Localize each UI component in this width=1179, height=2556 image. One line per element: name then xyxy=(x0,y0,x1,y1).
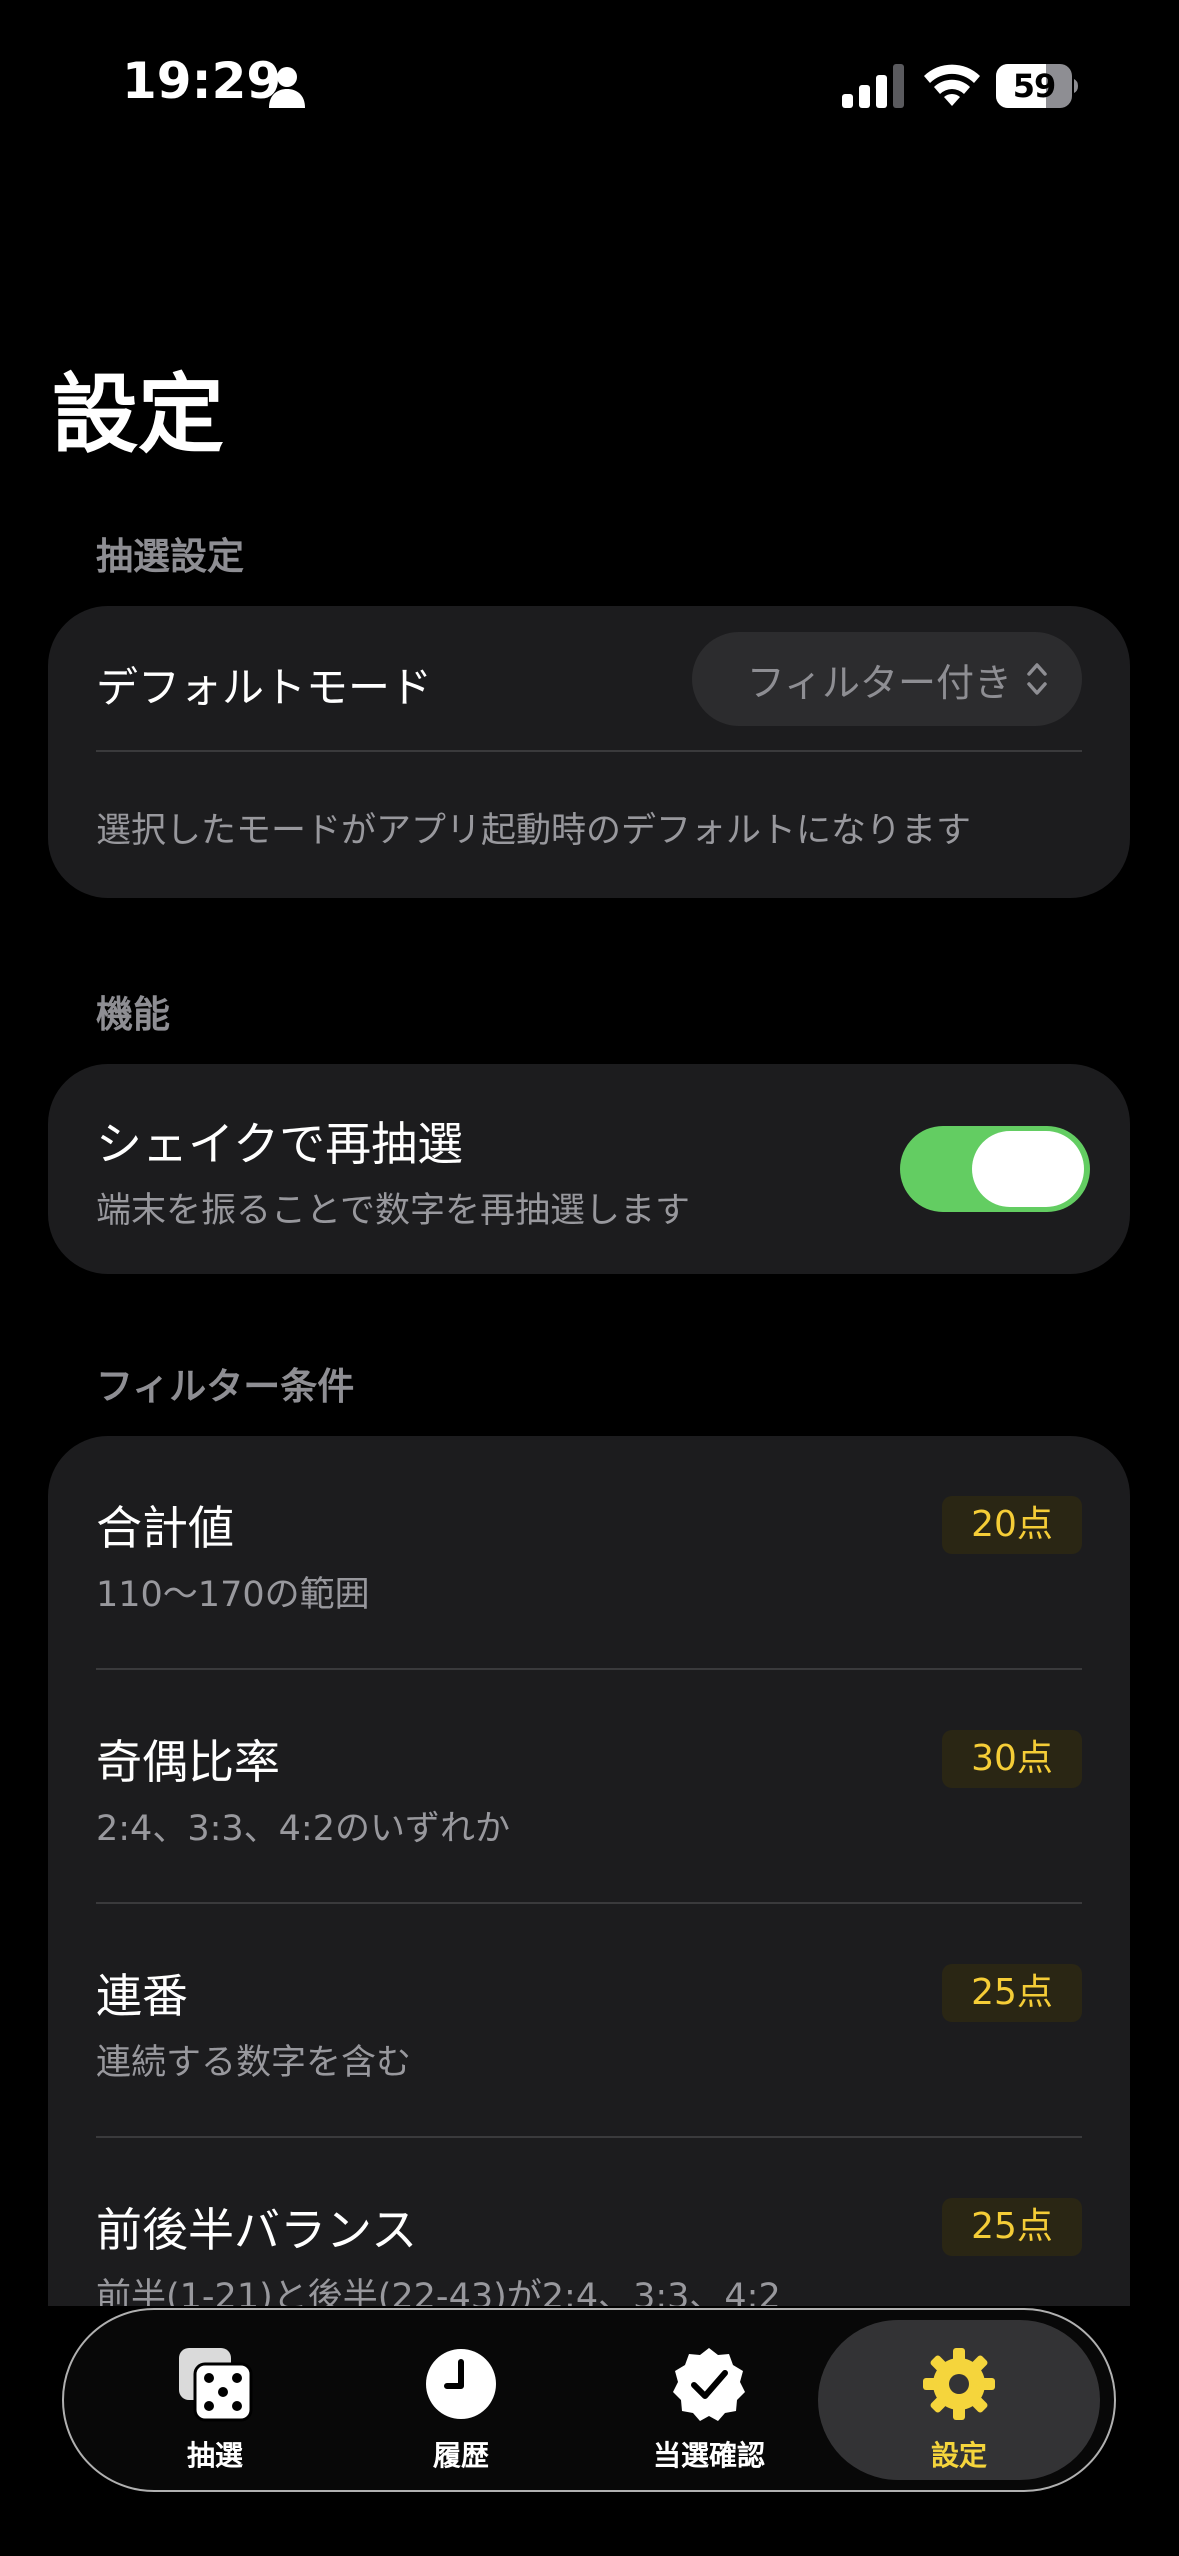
filter-desc-consecutive: 連続する数字を含む xyxy=(96,2043,412,2083)
battery-level: 59 xyxy=(1012,67,1057,105)
points-badge: 25点 xyxy=(942,2198,1082,2256)
default-mode-value: フィルター付き xyxy=(746,660,1012,705)
dice-icon xyxy=(179,2348,253,2422)
points-badge: 25点 xyxy=(942,1964,1082,2022)
settings-screen: 19:29 59 設定 抽選設定 デフォルトモード フィルター付き 選択したモー… xyxy=(0,0,1179,2556)
section-header-lottery: 抽選設定 xyxy=(96,535,244,578)
tab-bar: 抽選 履歴 当選確認 設定 xyxy=(62,2308,1116,2492)
toggle-knob xyxy=(972,1131,1084,1207)
points-badge: 30点 xyxy=(942,1730,1082,1788)
shake-reroll-description: 端末を振ることで数字を再抽選します xyxy=(96,1191,690,1231)
checkmark-seal-icon xyxy=(673,2348,745,2421)
tab-settings[interactable]: 設定 xyxy=(818,2320,1100,2480)
default-mode-label: デフォルトモード xyxy=(96,663,433,712)
chevron-up-down-icon xyxy=(1027,663,1047,695)
divider xyxy=(96,1902,1082,1904)
filter-title-odd-even: 奇偶比率 xyxy=(96,1735,280,1789)
status-time: 19:29 xyxy=(122,52,282,110)
points-badge: 20点 xyxy=(942,1496,1082,1554)
filter-desc-odd-even: 2:4、3:3、4:2のいずれか xyxy=(96,1809,510,1849)
filter-title-half-balance: 前後半バランス xyxy=(96,2203,418,2257)
filter-title-consecutive: 連番 xyxy=(96,1969,188,2023)
shake-reroll-toggle[interactable] xyxy=(900,1126,1090,1212)
section-header-filters: フィルター条件 xyxy=(96,1365,355,1408)
gear-icon xyxy=(923,2348,995,2420)
tab-label: 履歴 xyxy=(432,2439,489,2472)
tab-winning-check[interactable]: 当選確認 xyxy=(586,2320,832,2480)
cellular-signal-icon xyxy=(842,64,904,108)
status-bar: 19:29 59 xyxy=(0,0,1179,170)
divider xyxy=(96,2136,1082,2138)
lottery-settings-card: デフォルトモード フィルター付き 選択したモードがアプリ起動時のデフォルトになり… xyxy=(48,606,1130,898)
tab-lottery[interactable]: 抽選 xyxy=(92,2320,338,2480)
tab-history[interactable]: 履歴 xyxy=(338,2320,584,2480)
default-mode-footer: 選択したモードがアプリ起動時のデフォルトになります xyxy=(96,811,972,851)
filter-title-sum: 合計値 xyxy=(96,1501,234,1555)
divider xyxy=(96,1668,1082,1670)
wifi-icon xyxy=(924,64,980,106)
filter-conditions-card: 合計値 110〜170の範囲 20点 奇偶比率 2:4、3:3、4:2のいずれか… xyxy=(48,1436,1130,2436)
divider xyxy=(96,750,1082,752)
section-header-features: 機能 xyxy=(96,993,170,1036)
tab-label: 設定 xyxy=(930,2439,987,2472)
features-card: シェイクで再抽選 端末を振ることで数字を再抽選します xyxy=(48,1064,1130,1274)
page-title: 設定 xyxy=(52,365,224,465)
tab-label: 抽選 xyxy=(186,2439,243,2472)
tab-label: 当選確認 xyxy=(652,2439,765,2472)
default-mode-select[interactable]: フィルター付き xyxy=(692,632,1082,726)
clock-icon xyxy=(426,2349,496,2419)
shake-reroll-label: シェイクで再抽選 xyxy=(96,1117,464,1171)
person-icon xyxy=(269,67,305,108)
filter-desc-sum: 110〜170の範囲 xyxy=(96,1575,370,1615)
